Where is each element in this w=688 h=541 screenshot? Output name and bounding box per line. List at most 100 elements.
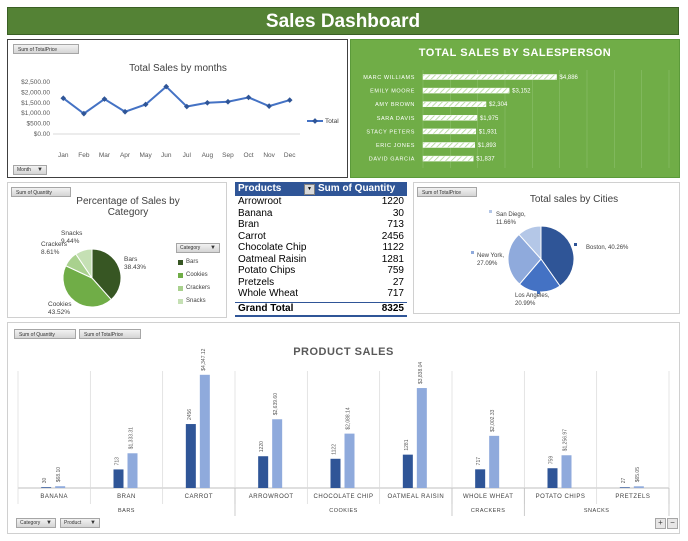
product-category-label: PRETZELS <box>615 494 650 500</box>
monthly-line-chart: $0.00 $500.00 $1,000.00 $1,500.00 $2,000.00 $… <box>21 79 339 159</box>
product-sales-chart: 30 $68.10 BANANA 713 $1,333.31 BRAN 2456 $4,347… <box>17 348 670 516</box>
salesperson-label: MARC WILLIAMS <box>363 75 415 81</box>
product-category-label: CARROT <box>185 494 213 500</box>
city-pie-chart: Boston, 40.26% Los Angeles, 20.99% New York… <box>471 210 629 307</box>
x-tick-label: Sep <box>222 152 234 159</box>
pivot-row: Potato Chips 759 <box>235 265 407 277</box>
month-field-dropdown[interactable]: Month ▼ <box>13 165 47 175</box>
pivot-quantity-cell: 759 <box>387 265 404 276</box>
pivot-row: Carrot 2456 <box>235 231 407 243</box>
x-tick-label: Jul <box>183 152 192 159</box>
pivot-grand-total-value: 8325 <box>381 302 404 314</box>
product-filter-label: Product <box>64 520 82 526</box>
pivot-product-cell: Potato Chips <box>238 265 296 276</box>
quantity-bar <box>475 469 486 488</box>
salesperson-value-label: $2,304 <box>489 102 508 108</box>
expand-button[interactable]: + <box>655 518 666 529</box>
product-filter-dropdown[interactable]: Product ▼ <box>60 518 100 528</box>
city-label-line: San Diego, <box>496 212 526 218</box>
quantity-bar <box>547 468 558 488</box>
product-category-label: ARROWROOT <box>249 494 294 500</box>
price-bar <box>489 435 500 488</box>
quantity-data-label: 2456 <box>187 409 193 420</box>
price-data-label: $3,838.04 <box>418 362 424 384</box>
data-point <box>245 94 252 101</box>
pivot-grand-total-label: Grand Total <box>238 302 294 314</box>
city-label-line: 27.09% <box>477 261 498 267</box>
pie-label-bars: Bars 38.43% <box>124 256 146 271</box>
legend-swatch <box>178 286 183 291</box>
city-label-marker-icon <box>574 243 577 246</box>
price-bar <box>127 453 138 488</box>
x-tick-label: Nov <box>263 152 275 159</box>
quantity-bar <box>185 424 196 488</box>
pie-label-name: Cookies <box>48 301 72 308</box>
product-category-label: WHOLE WHEAT <box>463 494 513 500</box>
product-sales-panel: Sum of Quantity Sum of TotalPrice PRODUC… <box>7 322 680 534</box>
price-data-label: $2,639.60 <box>273 393 279 415</box>
legend-swatch <box>178 299 183 304</box>
city-label-new-york: New York, 27.09% <box>477 253 504 267</box>
salesperson-bar <box>422 101 487 107</box>
month-field-label: Month <box>17 167 31 173</box>
legend-marker-icon <box>312 118 318 124</box>
data-point <box>204 99 211 106</box>
salesperson-value-label: $1,837 <box>476 157 495 163</box>
salesperson-label: STACY PETERS <box>366 129 415 135</box>
collapse-button[interactable]: − <box>667 518 678 529</box>
salesperson-value-label: $1,931 <box>479 129 498 135</box>
quantity-data-label: 30 <box>42 477 48 483</box>
dropdown-arrow-icon: ▼ <box>90 520 96 526</box>
product-category-label: POTATO CHIPS <box>536 494 586 500</box>
category-legend-dropdown[interactable]: Category ▼ <box>176 243 220 253</box>
y-tick-label: $2,000.00 <box>21 89 50 96</box>
pivot-filter-icon[interactable]: ▼ <box>304 184 315 195</box>
price-bar <box>199 374 210 488</box>
dropdown-arrow-icon: ▼ <box>46 520 52 526</box>
x-tick-label: Jun <box>161 152 172 159</box>
quantity-bar <box>258 456 269 488</box>
pivot-quantity-cell: 2456 <box>381 230 404 242</box>
pivot-row: Oatmeal Raisin 1281 <box>235 254 407 266</box>
product-group-label: CRACKERS <box>471 508 506 514</box>
pie-label-pct: 38.43% <box>124 264 146 271</box>
price-bar <box>416 388 427 488</box>
category-filter-dropdown[interactable]: Category ▼ <box>16 518 56 528</box>
data-point <box>286 97 293 103</box>
pie-label-name: Bars <box>124 256 138 263</box>
x-tick-label: Dec <box>284 152 296 159</box>
quantity-bar <box>402 454 413 488</box>
pie-label-snacks: Snacks 9.44% <box>61 230 83 245</box>
pivot-col-quantity: Sum of Quantity <box>318 183 396 194</box>
quantity-bar <box>619 487 630 488</box>
legend-item: Bars <box>178 256 226 269</box>
legend-swatch <box>178 273 183 278</box>
legend-label: Bars <box>186 259 199 265</box>
x-tick-label: Jan <box>58 152 69 159</box>
pivot-grand-total-row: Grand Total 8325 <box>235 301 407 317</box>
dashboard-title-bar: Sales Dashboard <box>7 7 679 35</box>
legend-label: Snacks <box>186 298 206 304</box>
quantity-data-label: 717 <box>476 457 482 466</box>
city-label-marker-icon <box>471 251 474 254</box>
y-tick-label: $1,500.00 <box>21 100 50 107</box>
dropdown-arrow-icon: ▼ <box>210 245 216 251</box>
category-pie-panel: Sum of Quantity Percentage of Sales by C… <box>7 182 227 318</box>
y-tick-label: $1,000.00 <box>21 110 50 117</box>
pie-label-pct: 9.44% <box>61 238 80 245</box>
salesperson-value-label: $1,975 <box>480 116 499 122</box>
pivot-row: Bran 713 <box>235 219 407 231</box>
city-label-line: Boston, 40.26% <box>586 245 629 251</box>
quantity-data-label: 713 <box>115 457 121 466</box>
plus-icon: + <box>658 518 663 527</box>
quantity-data-label: 1220 <box>259 441 265 452</box>
salesperson-bar <box>422 128 477 135</box>
pivot-quantity-cell: 1220 <box>381 196 404 207</box>
products-pivot-table: Products ▼ Sum of Quantity Arrowroot 1220… <box>235 182 409 317</box>
product-group-label: SNACKS <box>584 508 610 514</box>
pivot-product-cell: Banana <box>238 207 273 219</box>
quantity-bar <box>41 487 52 488</box>
price-data-label: $4,347.12 <box>201 348 207 370</box>
city-label-line: 20.99% <box>515 301 536 307</box>
salesperson-bar <box>422 74 557 80</box>
